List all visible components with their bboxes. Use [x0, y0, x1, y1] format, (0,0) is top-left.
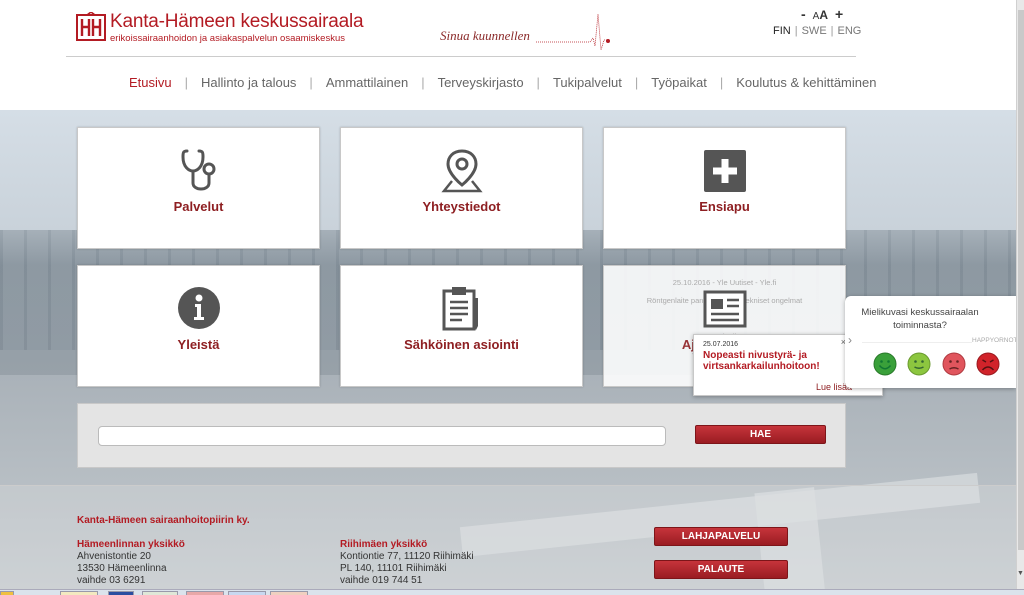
nav-item-etusivu[interactable]: Etusivu — [129, 75, 172, 90]
nav-item-tukipalvelut[interactable]: Tukipalvelut — [553, 75, 622, 90]
clipboard-icon — [442, 287, 478, 331]
slogan: Sinua kuunnellen — [440, 12, 615, 52]
very-happy-icon[interactable] — [873, 352, 897, 376]
font-large-a: A — [819, 8, 829, 22]
happy-icon[interactable] — [907, 352, 931, 376]
logo-subtitle: erikoissairaanhoidon ja asiakaspalvelun … — [110, 33, 345, 44]
address-line: PL 140, 11101 Riihimäki — [340, 563, 447, 574]
tile-label: Yhteystiedot — [422, 199, 501, 214]
font-size-indicator[interactable]: AA — [813, 8, 828, 22]
scroll-down-icon[interactable]: ▼ — [1017, 570, 1024, 577]
info-icon — [177, 287, 220, 329]
feedback-question: Mielikuvasi keskussairaalan toiminnasta? — [861, 307, 979, 331]
nav-item-terveyskirjasto[interactable]: Terveyskirjasto — [438, 75, 524, 90]
main-nav: Etusivu | Hallinto ja talous | Ammattila… — [129, 75, 876, 90]
stethoscope-icon — [180, 149, 215, 191]
nav-separator: | — [184, 75, 189, 90]
search-panel: HAE — [77, 403, 846, 468]
nav-separator: | — [634, 75, 639, 90]
logo-text: Kanta-Hämeen keskussairaala erikoissaira… — [110, 11, 364, 45]
site-logo[interactable]: Kanta-Hämeen keskussairaala erikoissaira… — [76, 11, 364, 45]
search-button[interactable]: HAE — [695, 425, 826, 444]
tile-label: Palvelut — [173, 199, 224, 214]
address-riihimaki: Riihimäen yksikkö Kontiontie 77, 11120 R… — [340, 539, 474, 587]
heartbeat-line-icon — [536, 13, 610, 51]
tile-ensiapu[interactable]: Ensiapu — [603, 127, 846, 249]
news-headline[interactable]: Nopeasti nivustyrä- ja virtsankarkailunh… — [703, 350, 833, 372]
feedback-button[interactable]: PALAUTE — [654, 560, 788, 579]
gift-service-button[interactable]: LAHJAPALVELU — [654, 527, 788, 546]
unhappy-icon[interactable] — [942, 352, 966, 376]
site-footer: Kanta-Hämeen sairaanhoitopiirin ky. Häme… — [0, 485, 1016, 595]
header-divider — [66, 56, 856, 57]
taskbar-button[interactable] — [270, 591, 308, 595]
tile-label: Ensiapu — [699, 199, 750, 214]
address-line: Kontiontie 77, 11120 Riihimäki — [340, 551, 474, 562]
lang-separator: | — [830, 25, 834, 37]
very-unhappy-icon[interactable] — [976, 352, 1000, 376]
scrollbar-thumb[interactable] — [1018, 10, 1024, 550]
vertical-scrollbar[interactable]: ▼ — [1016, 0, 1024, 589]
nav-item-tyopaikat[interactable]: Työpaikat — [651, 75, 707, 90]
address-heading: Riihimäen yksikkö — [340, 539, 428, 550]
lang-fin[interactable]: FIN — [773, 25, 791, 37]
taskbar-button[interactable] — [108, 591, 134, 595]
location-pin-icon — [440, 149, 483, 193]
feedback-divider — [862, 342, 972, 343]
chevron-right-icon[interactable]: › — [848, 333, 852, 347]
lang-swe[interactable]: SWE — [802, 25, 827, 37]
tile-yhteystiedot[interactable]: Yhteystiedot — [340, 127, 583, 249]
tile-palvelut[interactable]: Palvelut — [77, 127, 320, 249]
taskbar-button[interactable] — [0, 591, 14, 595]
feedback-brand: HAPPYORNOT — [972, 337, 1018, 344]
taskbar-button[interactable] — [142, 591, 178, 595]
tile-label: Sähköinen asiointi — [404, 337, 519, 352]
nav-separator: | — [421, 75, 425, 90]
search-input[interactable] — [98, 426, 666, 446]
nav-separator: | — [309, 75, 313, 90]
hospital-logo-icon — [76, 12, 106, 41]
site-header: Kanta-Hämeen keskussairaala erikoissaira… — [0, 0, 1016, 110]
nav-separator: | — [719, 75, 724, 90]
tile-label: Yleistä — [177, 337, 220, 352]
language-switcher: FIN | SWE | ENG — [773, 25, 861, 37]
first-aid-icon — [703, 150, 746, 192]
lang-separator: | — [794, 25, 798, 37]
logo-title: Kanta-Hämeen keskussairaala — [110, 11, 364, 32]
taskbar-button[interactable] — [228, 591, 266, 595]
nav-item-ammattilainen[interactable]: Ammattilainen — [326, 75, 408, 90]
tile-yleista[interactable]: Yleistä — [77, 265, 320, 387]
address-line: 13530 Hämeenlinna — [77, 563, 167, 574]
nav-item-hallinto[interactable]: Hallinto ja talous — [201, 75, 296, 90]
address-line: Ahvenistontie 20 — [77, 551, 151, 562]
news-date: 25.07.2016 — [703, 341, 739, 348]
font-size-controls: - AA + — [801, 6, 843, 22]
newspaper-icon — [703, 290, 746, 328]
address-heading: Hämeenlinnan yksikkö — [77, 539, 185, 550]
taskbar-button[interactable] — [186, 591, 224, 595]
tile-sahkoinen-asiointi[interactable]: Sähköinen asiointi — [340, 265, 583, 387]
nav-item-koulutus[interactable]: Koulutus & kehittäminen — [736, 75, 876, 90]
address-line: vaihde 03 6291 — [77, 575, 146, 586]
address-line: vaihde 019 744 51 — [340, 575, 423, 586]
os-taskbar — [0, 589, 1024, 595]
address-hameenlinna: Hämeenlinnan yksikkö Ahvenistontie 20 13… — [77, 539, 185, 587]
footer-title: Kanta-Hämeen sairaanhoitopiirin ky. — [77, 515, 250, 526]
increase-font-button[interactable]: + — [835, 6, 843, 22]
lang-eng[interactable]: ENG — [838, 25, 862, 37]
feedback-widget: › Mielikuvasi keskussairaalan toiminnast… — [845, 296, 1018, 388]
nav-separator: | — [536, 75, 540, 90]
decrease-font-button[interactable]: - — [801, 6, 806, 22]
taskbar-button[interactable] — [60, 591, 98, 595]
